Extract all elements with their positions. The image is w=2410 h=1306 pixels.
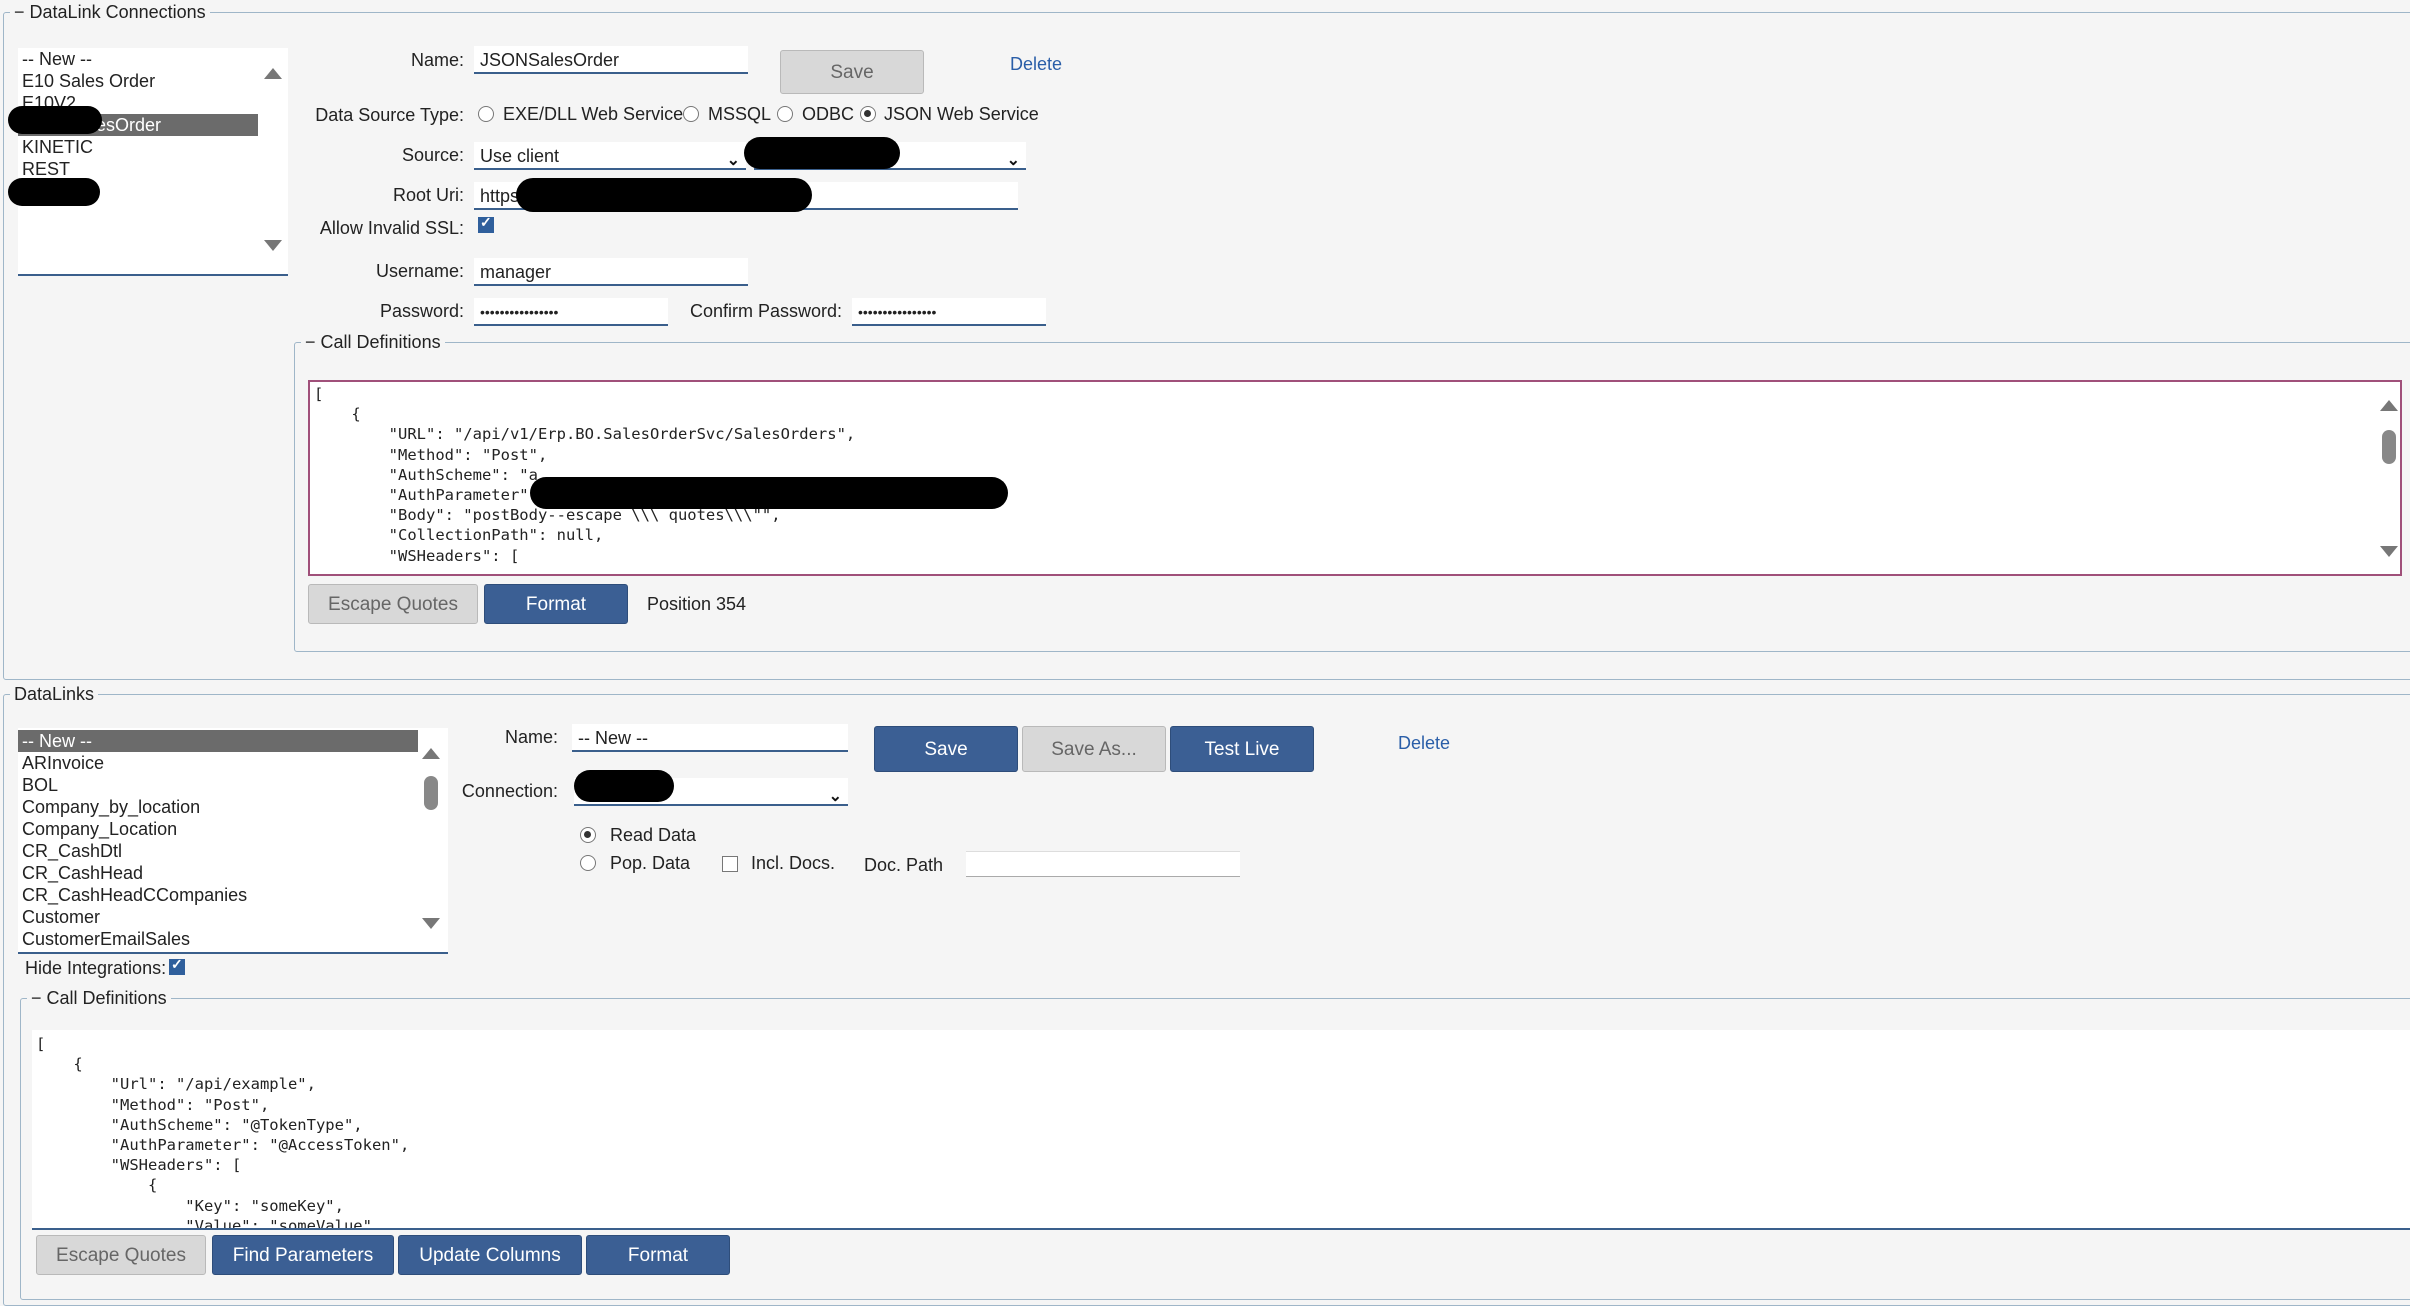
test-live-button[interactable]: Test Live <box>1170 726 1314 772</box>
list-item[interactable]: Company_Location <box>18 818 418 840</box>
redaction <box>530 477 1008 509</box>
password-label: Password: <box>379 301 464 321</box>
list-item[interactable]: CR_CashHead <box>18 862 418 884</box>
list-item[interactable]: -- New -- <box>18 48 258 70</box>
scroll-down-icon[interactable] <box>2380 546 2398 557</box>
save-as-button[interactable]: Save As... <box>1022 726 1166 772</box>
username-input[interactable]: manager <box>474 258 748 286</box>
datalinks-legend: DataLinks <box>14 684 95 704</box>
escape-quotes-button[interactable]: Escape Quotes <box>36 1235 206 1275</box>
datalink-list[interactable]: -- New -- ARInvoice BOL Company_by_locat… <box>18 728 448 954</box>
list-item[interactable]: -- New -- <box>18 730 418 752</box>
datasource-json-radio[interactable] <box>860 106 876 122</box>
incl-docs-checkbox[interactable] <box>722 856 738 872</box>
datasource-exe-label: EXE/DLL Web Service <box>503 104 684 124</box>
list-item[interactable]: E10 Sales Order <box>18 70 258 92</box>
allow-invalid-ssl-label: Allow Invalid SSL: <box>319 218 464 238</box>
datasource-odbc-radio[interactable] <box>777 106 793 122</box>
source-label: Source: <box>401 145 464 165</box>
root-uri-label: Root Uri: <box>392 185 464 205</box>
datalink-name-input[interactable]: -- New -- <box>572 724 848 752</box>
redaction <box>744 137 900 169</box>
datasource-mssql-label: MSSQL <box>708 104 772 124</box>
list-item[interactable]: Customer <box>18 906 418 928</box>
position-text: Position 354 <box>647 594 747 614</box>
chevron-down-icon: ⌄ <box>828 788 842 805</box>
list-item[interactable]: BOL <box>18 774 418 796</box>
datalink-name-label: Name: <box>504 727 558 747</box>
list-item[interactable]: CustomerEmailSales <box>18 928 418 950</box>
confirm-password-input[interactable]: •••••••••••••••• <box>852 298 1046 326</box>
read-data-radio[interactable] <box>580 827 596 843</box>
allow-invalid-ssl-checkbox[interactable] <box>478 214 494 233</box>
name-label: Name: <box>410 50 464 70</box>
scroll-down-icon[interactable] <box>422 918 440 929</box>
hide-integrations-label: Hide Integrations: <box>25 958 167 978</box>
datasource-exe-radio[interactable] <box>478 106 494 122</box>
redaction <box>8 106 102 134</box>
redaction <box>516 178 812 212</box>
format-button[interactable]: Format <box>586 1235 730 1275</box>
call-definitions-legend[interactable]: − Call Definitions <box>301 332 445 353</box>
code-scrollbar-thumb[interactable] <box>2382 430 2396 464</box>
datasource-label: Data Source Type: <box>315 105 464 125</box>
username-label: Username: <box>375 261 464 281</box>
datasource-json-label: JSON Web Service <box>884 104 1039 124</box>
password-input[interactable]: •••••••••••••••• <box>474 298 668 326</box>
redaction <box>574 770 674 802</box>
hide-integrations-checkbox[interactable] <box>169 956 185 975</box>
scroll-down-icon[interactable] <box>264 240 282 251</box>
source-select-value: Use client <box>480 146 560 166</box>
chevron-down-icon: ⌄ <box>726 152 740 169</box>
confirm-password-label: Confirm Password: <box>689 301 842 321</box>
datasource-mssql-radio[interactable] <box>683 106 699 122</box>
escape-quotes-button[interactable]: Escape Quotes <box>308 584 478 624</box>
list-item[interactable]: ARInvoice <box>18 752 418 774</box>
list-item[interactable]: Company_by_location <box>18 796 418 818</box>
list-item[interactable]: KINETIC <box>18 136 258 158</box>
pop-data-radio[interactable] <box>580 855 596 871</box>
connection-name-input[interactable]: JSONSalesOrder <box>474 46 748 74</box>
save-connection-button[interactable]: Save <box>780 50 924 94</box>
save-datalink-button[interactable]: Save <box>874 726 1018 772</box>
connection-label: Connection: <box>461 781 558 801</box>
list-item[interactable]: REST <box>18 158 258 180</box>
datasource-odbc-label: ODBC <box>802 104 855 124</box>
list-item[interactable]: CR_CashHeadCCompanies <box>18 884 418 906</box>
find-parameters-button[interactable]: Find Parameters <box>212 1235 394 1275</box>
scroll-up-icon[interactable] <box>422 748 440 759</box>
call-definitions-legend[interactable]: − Call Definitions <box>27 988 171 1009</box>
source-select[interactable]: Use client ⌄ <box>474 142 746 170</box>
connection-list[interactable]: -- New -- E10 Sales Order E10V2 JSONSale… <box>18 48 288 276</box>
incl-docs-label: Incl. Docs. <box>751 853 836 873</box>
datalink-connections-legend[interactable]: − DataLink Connections <box>10 2 210 23</box>
delete-connection-link[interactable]: Delete <box>1010 54 1062 75</box>
datalink-code-text: [ { "Url": "/api/example", "Method": "Po… <box>36 1035 410 1228</box>
pop-data-label: Pop. Data <box>610 853 691 873</box>
list-item[interactable]: CR_CashDtl <box>18 840 418 862</box>
doc-path-input[interactable] <box>966 851 1240 877</box>
scroll-up-icon[interactable] <box>264 68 282 79</box>
update-columns-button[interactable]: Update Columns <box>398 1235 582 1275</box>
format-button[interactable]: Format <box>484 584 628 624</box>
read-data-label: Read Data <box>610 825 697 845</box>
datalink-code-editor[interactable]: [ { "Url": "/api/example", "Method": "Po… <box>32 1030 2410 1230</box>
doc-path-label: Doc. Path <box>864 855 944 875</box>
chevron-down-icon: ⌄ <box>1006 152 1020 169</box>
delete-datalink-link[interactable]: Delete <box>1398 733 1450 754</box>
scroll-up-icon[interactable] <box>2380 400 2398 411</box>
redaction <box>8 178 100 206</box>
list-scrollbar-thumb[interactable] <box>424 776 438 810</box>
